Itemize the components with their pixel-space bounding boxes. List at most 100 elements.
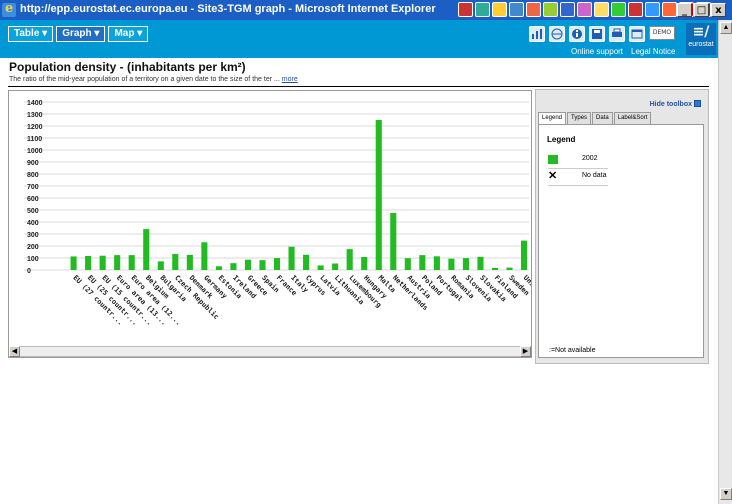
taskbar-tray (458, 2, 711, 18)
globe-icon[interactable] (549, 26, 565, 42)
page-subtitle: The ratio of the mid-year population of … (9, 76, 298, 83)
bar (114, 255, 121, 270)
y-tick-label: 1100 (27, 136, 42, 143)
internet-explorer-icon (2, 1, 16, 17)
tray-icon[interactable] (645, 2, 660, 17)
bar (70, 256, 77, 270)
minimize-button[interactable]: _ (677, 3, 692, 17)
legal-notice-link[interactable]: Legal Notice (631, 47, 675, 56)
tab-table[interactable]: Table ▾ (8, 26, 54, 42)
logo-text: eurostat (688, 41, 714, 48)
bar (172, 254, 179, 270)
bar (477, 256, 484, 270)
bar (317, 265, 324, 270)
chart-horizontal-scrollbar[interactable]: ◀ ▶ (9, 346, 531, 357)
header-links: Online support Legal Notice (571, 47, 684, 56)
bar (201, 242, 208, 270)
subtitle-text: The ratio of the mid-year population of … (9, 76, 280, 83)
tray-icon[interactable] (458, 2, 473, 17)
not-available-note: :=Not available (549, 347, 596, 354)
bar-chart: 0 100 200 300 400 500 600 700 800 900 1000 1100 1200… (24, 100, 531, 327)
bar (244, 259, 252, 270)
scroll-down-icon[interactable]: ▼ (720, 488, 732, 500)
bar (143, 229, 150, 270)
window-title: http://epp.eurostat.ec.europa.eu - Site3… (20, 3, 436, 15)
tray-icon[interactable] (509, 2, 524, 17)
bar (273, 258, 281, 270)
legend-swatch (548, 155, 558, 164)
bar (506, 267, 513, 270)
divider (8, 86, 709, 87)
bar (99, 255, 106, 270)
y-tick-label: 200 (27, 244, 39, 251)
y-tick-label: 500 (27, 208, 39, 215)
legend-separator (548, 168, 608, 169)
bar (433, 256, 440, 270)
hide-toolbox-button[interactable]: Hide toolbox (650, 100, 701, 108)
window-controls: _ □ x (677, 3, 726, 17)
bar (346, 249, 353, 270)
tab-graph[interactable]: Graph ▾ (56, 26, 106, 42)
eurostat-mark-icon: ≡/ (692, 24, 710, 40)
tab-map[interactable]: Map ▾ (108, 26, 149, 42)
print-icon[interactable] (609, 26, 625, 42)
bar (303, 254, 310, 270)
scroll-left-icon[interactable]: ◀ (9, 346, 20, 357)
tray-icon[interactable] (611, 2, 626, 17)
tray-icon[interactable] (475, 2, 490, 17)
tray-icon[interactable] (560, 2, 575, 17)
y-tick-label: 1200 (27, 124, 43, 131)
more-link[interactable]: more (282, 76, 298, 83)
bar (521, 240, 528, 270)
save-icon[interactable] (589, 26, 605, 42)
bar (85, 255, 92, 270)
bar (128, 255, 135, 270)
eurostat-logo: ≡/ eurostat (686, 23, 716, 55)
chart-icon[interactable] (529, 26, 545, 42)
no-data-icon: ✕ (548, 170, 558, 182)
y-tick-label: 100 (27, 256, 39, 263)
bar (186, 254, 193, 270)
tray-icon[interactable] (662, 2, 677, 17)
scroll-up-icon[interactable]: ▲ (720, 22, 732, 34)
view-tabs: Table ▾ Graph ▾ Map ▾ (8, 26, 149, 42)
page-title: Population density - (inhabitants per km… (9, 60, 246, 74)
bar (332, 263, 339, 270)
bar (390, 213, 397, 270)
window-title-bar: http://epp.eurostat.ec.europa.eu - Site3… (0, 0, 732, 20)
y-tick-label: 700 (27, 184, 39, 191)
y-tick-label: 600 (27, 196, 39, 203)
close-button[interactable]: x (711, 3, 726, 17)
page-scrollbar[interactable]: ▲ ▼ (718, 20, 732, 504)
tray-icon[interactable] (492, 2, 507, 17)
bar (448, 258, 455, 270)
collapse-icon (694, 100, 701, 107)
scroll-right-icon[interactable]: ▶ (520, 346, 531, 357)
tool-icons: DEMO (529, 26, 675, 42)
hide-toolbox-label: Hide toolbox (649, 101, 692, 108)
legend-label: 2002 (582, 155, 598, 162)
demo-button[interactable]: DEMO (649, 26, 675, 40)
y-tick-label: 800 (27, 172, 39, 179)
y-tick-label: 0 (27, 268, 31, 275)
window-icon[interactable] (629, 26, 645, 42)
legend-panel: Legend 2002 ✕ No data :=Not available (538, 124, 704, 358)
bar (491, 267, 499, 270)
y-tick-label: 400 (27, 220, 39, 227)
online-support-link[interactable]: Online support (571, 47, 623, 56)
y-tick-label: 1000 (27, 148, 43, 155)
tray-icon[interactable] (543, 2, 558, 17)
tray-icon[interactable] (628, 2, 643, 17)
legend-separator (548, 185, 608, 186)
maximize-button[interactable]: □ (694, 3, 709, 17)
app-toolbar: Table ▾ Graph ▾ Map ▾ DEMO Online suppor… (0, 20, 732, 58)
tray-icon[interactable] (577, 2, 592, 17)
legend-label: No data (582, 172, 607, 179)
tray-icon[interactable] (526, 2, 541, 17)
tray-icon[interactable] (594, 2, 609, 17)
info-icon[interactable] (569, 26, 585, 42)
y-tick-label: 1400 (27, 100, 43, 107)
y-tick-label: 900 (27, 160, 39, 167)
bar (361, 256, 368, 270)
toolbox-panel: Hide toolbox Legend Types Data Label&Sor… (535, 89, 709, 364)
